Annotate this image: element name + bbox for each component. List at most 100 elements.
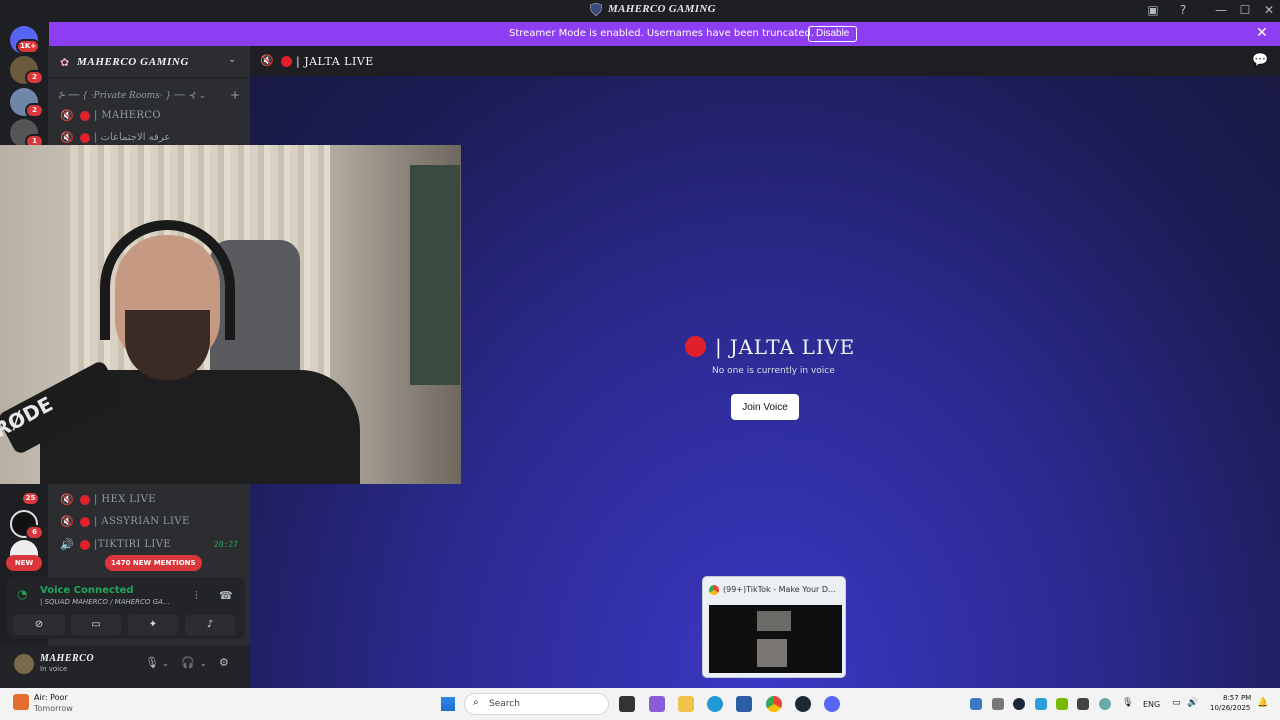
- nvidia-icon[interactable]: [1056, 698, 1068, 710]
- signal-icon[interactable]: ◔: [17, 587, 27, 601]
- join-voice-button[interactable]: Join Voice: [731, 394, 799, 420]
- red-circle-icon: [80, 517, 90, 527]
- server-name: MAHERCO GAMING: [77, 56, 190, 68]
- chat-icon[interactable]: 💬: [1252, 53, 1268, 68]
- channel-label: | ASSYRIAN LIVE: [94, 516, 190, 527]
- edge-icon[interactable]: [707, 696, 723, 712]
- channel-label: | عرفه الاجتماعات: [94, 132, 171, 143]
- clock-date[interactable]: 10/26/2025: [1210, 704, 1250, 712]
- search-icon: ⌕: [473, 697, 479, 708]
- weather-icon[interactable]: [13, 694, 29, 710]
- user-panel: MAHERCO In voice 🎙 ⌄ 🎧 ⌄ ⚙: [0, 645, 250, 688]
- close-window-button[interactable]: ✕: [1261, 2, 1277, 18]
- notification-bell-icon[interactable]: 🔔: [1257, 698, 1268, 708]
- clock-time[interactable]: 8:57 PM: [1223, 694, 1251, 702]
- gear-icon[interactable]: ⚙: [219, 656, 229, 669]
- voice-channel[interactable]: 🔊 |TIKTIRI LIVE 20:27: [48, 535, 250, 555]
- copilot-icon[interactable]: [649, 696, 665, 712]
- volume-icon[interactable]: 🔊: [1187, 698, 1198, 708]
- speaker-muted-icon: 🔇: [60, 131, 74, 144]
- steam-icon[interactable]: [795, 696, 811, 712]
- close-icon[interactable]: ✕: [1256, 25, 1268, 41]
- thumbnail-video: [757, 611, 791, 631]
- activities-icon[interactable]: ✦: [128, 615, 178, 635]
- speaker-muted-icon: 🔇: [60, 515, 74, 528]
- server-emblem-icon: ✿: [60, 56, 70, 69]
- user-status: In voice: [40, 665, 68, 673]
- weather-subtext: Tomorrow: [34, 704, 73, 713]
- weather-status[interactable]: Air: Poor: [34, 693, 68, 702]
- windows-start-icon[interactable]: [441, 697, 455, 711]
- file-explorer-icon[interactable]: [678, 696, 694, 712]
- voice-channel[interactable]: 🔇 | ASSYRIAN LIVE: [48, 512, 250, 532]
- voice-channel[interactable]: 🔇 | MAHERCO: [48, 106, 250, 126]
- preview-title: (99+)TikTok - Make Your D...: [723, 585, 836, 594]
- search-placeholder: Search: [489, 699, 520, 709]
- disable-streamer-mode-button[interactable]: Disable: [808, 26, 858, 42]
- preview-thumbnail[interactable]: [709, 605, 842, 673]
- task-view-icon[interactable]: [619, 696, 635, 712]
- unread-badge: 1K+: [16, 39, 41, 54]
- chevron-down-icon[interactable]: ⌄: [200, 659, 207, 668]
- chevron-down-icon[interactable]: ⌄: [228, 54, 236, 65]
- voice-status[interactable]: Voice Connected: [40, 585, 134, 596]
- red-circle-icon: [80, 111, 90, 121]
- voice-duration: 20:27: [213, 540, 238, 549]
- voice-channel-name[interactable]: | SQUAD MAHERCO / MAHERCO GA...: [40, 598, 170, 606]
- taskbar-search[interactable]: ⌕ Search: [464, 693, 609, 715]
- steam-tray-icon[interactable]: [1013, 698, 1025, 710]
- microphone-icon[interactable]: 🎙: [145, 656, 159, 669]
- headphones-icon[interactable]: 🎧: [181, 656, 195, 669]
- avatar[interactable]: [14, 654, 34, 674]
- unread-badge: 2: [25, 103, 44, 118]
- language-indicator[interactable]: ENG: [1143, 700, 1160, 709]
- tray-app-icon[interactable]: [1035, 698, 1047, 710]
- screen-share-icon[interactable]: ▭: [71, 615, 121, 635]
- username[interactable]: MAHERCO: [40, 653, 94, 664]
- tray-app-icon[interactable]: [1077, 698, 1089, 710]
- chrome-icon: [709, 585, 719, 595]
- tray-app-icon[interactable]: [1099, 698, 1111, 710]
- disconnect-icon[interactable]: ☎: [219, 589, 233, 602]
- unread-badge: 25: [21, 491, 40, 506]
- new-mentions-pill[interactable]: 1470 NEW MENTIONS: [105, 555, 202, 571]
- discord-icon[interactable]: [824, 696, 840, 712]
- inbox-icon[interactable]: ▣: [1145, 2, 1161, 18]
- noise-suppression-icon[interactable]: ⫶: [195, 589, 198, 603]
- tray-app-icon[interactable]: [970, 698, 982, 710]
- server-header[interactable]: ✿ MAHERCO GAMING ⌄: [48, 46, 250, 78]
- title-bar: MAHERCO GAMING ▣ ? — ☐ ✕: [0, 0, 1280, 21]
- channel-category[interactable]: ⊱ ── { ·Private Rooms· } ── ⊰ ⌄: [58, 91, 206, 101]
- channel-title: | JALTA LIVE: [296, 55, 374, 68]
- taskbar: Air: Poor Tomorrow ⌕ Search 🎙 ENG ▭ 🔊 8:…: [0, 688, 1280, 720]
- tray-app-icon[interactable]: [992, 698, 1004, 710]
- thumbnail-video: [757, 639, 787, 667]
- banner-message: Streamer Mode is enabled. Usernames have…: [509, 28, 814, 39]
- background-window: [410, 165, 460, 385]
- new-servers-pill[interactable]: NEW: [6, 555, 42, 571]
- red-circle-icon: [80, 540, 90, 550]
- speaker-muted-icon: 🔇: [60, 493, 74, 506]
- server-shield-icon: [590, 3, 602, 16]
- streamer-mode-banner: Streamer Mode is enabled. Usernames have…: [49, 22, 1280, 46]
- speaker-active-icon: 🔊: [60, 538, 74, 551]
- voice-channel[interactable]: 🔇 | HEX LIVE: [48, 490, 250, 510]
- minimize-button[interactable]: —: [1213, 2, 1229, 18]
- soundboard-icon[interactable]: ♪: [185, 615, 235, 635]
- channel-label: | HEX LIVE: [94, 494, 156, 505]
- add-channel-icon[interactable]: +: [230, 88, 240, 102]
- empty-voice-message: No one is currently in voice: [712, 366, 835, 376]
- help-icon[interactable]: ?: [1175, 2, 1191, 18]
- microphone-icon[interactable]: 🎙: [1122, 698, 1133, 708]
- camera-off-icon[interactable]: ⊘: [13, 615, 65, 635]
- taskbar-window-preview[interactable]: (99+)TikTok - Make Your D...: [702, 576, 846, 678]
- red-circle-icon: [80, 495, 90, 505]
- chevron-down-icon[interactable]: ⌄: [162, 659, 169, 668]
- store-icon[interactable]: [736, 696, 752, 712]
- chrome-icon[interactable]: [766, 696, 782, 712]
- network-icon[interactable]: ▭: [1172, 698, 1181, 708]
- maximize-button[interactable]: ☐: [1237, 2, 1253, 18]
- channel-header: 🔇 | JALTA LIVE 💬: [250, 46, 1280, 76]
- red-circle-icon: [80, 133, 90, 143]
- unread-badge: 2: [25, 70, 44, 85]
